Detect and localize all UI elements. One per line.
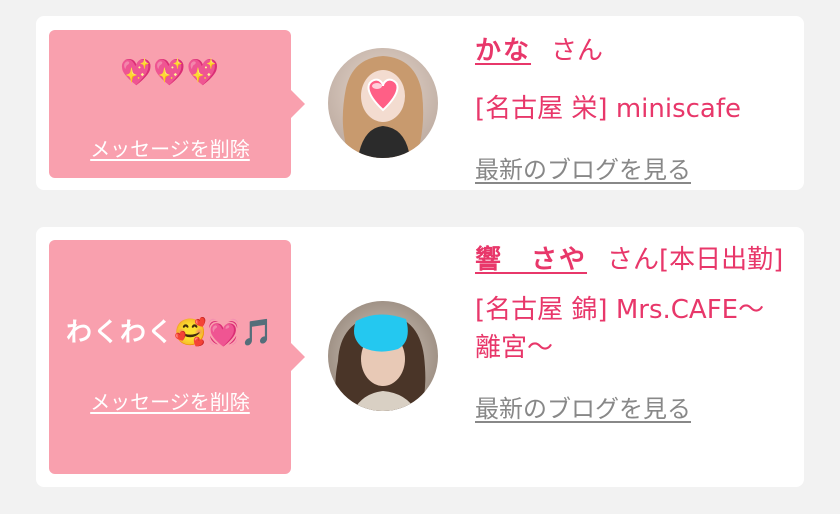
profile-name-link[interactable]: かな [475,36,531,66]
honorific: さん [551,36,604,66]
delete-message-link[interactable]: メッセージを削除 [49,386,291,415]
latest-blog-link[interactable]: 最新のブログを見る [475,150,691,185]
profile-info: かな さん [名古屋 栄] miniscafe 最新のブログを見る [475,32,785,185]
message-card: 💖💖💖 メッセージを削除 かな さん [名古屋 栄] miniscafe 最新のブ… [36,16,804,190]
avatar-photo [328,301,438,411]
avatar[interactable] [328,48,438,158]
honorific: さん[本日出勤] [607,245,784,275]
message-bubble: 💖💖💖 メッセージを削除 [49,30,305,178]
avatar-photo [328,48,438,158]
delete-message-link[interactable]: メッセージを削除 [49,133,291,162]
profile-name-link[interactable]: 響 さや [475,245,587,275]
shop-label: [名古屋 栄] miniscafe [475,94,741,124]
message-text: 💖💖💖 [119,58,221,88]
latest-blog-link[interactable]: 最新のブログを見る [475,389,691,424]
profile-info: 響 さや さん[本日出勤] [名古屋 錦] Mrs.CAFE〜離宮〜 最新のブログ… [475,241,785,424]
shop-label: [名古屋 錦] Mrs.CAFE〜離宮〜 [475,295,765,363]
name-line: 響 さや さん[本日出勤] [475,241,785,279]
message-bubble: わくわく🥰💓🎵 メッセージを削除 [49,240,305,474]
name-line: かな さん [475,32,785,70]
message-text: わくわく🥰💓🎵 [65,318,275,348]
avatar[interactable] [328,301,438,411]
message-card: わくわく🥰💓🎵 メッセージを削除 響 さや さん[本日出勤] [名古屋 錦] Mr… [36,227,804,487]
